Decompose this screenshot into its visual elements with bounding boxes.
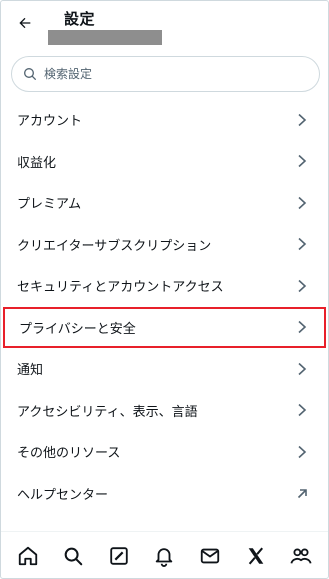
grok-icon — [110, 547, 128, 565]
menu-item-creator-subscriptions[interactable]: クリエイターサブスクリプション — [1, 224, 328, 266]
search-bar[interactable] — [11, 56, 320, 92]
back-button[interactable] — [13, 11, 37, 35]
chevron-right-icon — [298, 321, 307, 334]
header: 設定 — [1, 1, 328, 51]
nav-messages-button[interactable] — [195, 541, 225, 571]
menu-item-label: 通知 — [17, 363, 44, 379]
external-arrow-icon — [297, 489, 307, 499]
x-logo-icon — [248, 547, 263, 565]
nav-home-button[interactable] — [13, 541, 43, 571]
nav-x-button[interactable] — [241, 541, 271, 571]
page-title: 設定 — [64, 10, 96, 28]
chevron-right-icon — [298, 196, 307, 209]
chevron-right-icon — [298, 279, 307, 292]
search-icon — [65, 547, 83, 566]
chevron-right-icon — [298, 362, 307, 375]
arrow-left-icon — [19, 17, 31, 29]
bottom-nav — [1, 531, 328, 578]
menu-item-accessibility[interactable]: アクセシビリティ、表示、言語 — [1, 390, 328, 432]
menu-item-account[interactable]: アカウント — [1, 99, 328, 141]
menu-item-monetization[interactable]: 収益化 — [1, 141, 328, 183]
home-icon — [18, 546, 37, 566]
nav-notifications-button[interactable] — [149, 541, 179, 571]
menu-item-notifications[interactable]: 通知 — [1, 348, 328, 390]
menu-item-privacy-safety[interactable]: プライバシーと安全 — [3, 306, 326, 348]
bell-icon — [156, 548, 173, 567]
settings-screen: 設定 アカウント 収益化 プレミアム クリエイタ — [0, 0, 329, 579]
menu-item-label: プライバシーと安全 — [19, 321, 136, 337]
chevron-right-icon — [298, 404, 307, 417]
chevron-right-icon — [298, 445, 307, 458]
settings-menu: アカウント 収益化 プレミアム クリエイターサブスクリプション セキュリティとア… — [1, 99, 328, 514]
search-input[interactable] — [44, 67, 304, 81]
nav-communities-button[interactable] — [286, 541, 316, 571]
menu-item-label: クリエイターサブスクリプション — [17, 238, 212, 254]
menu-item-security[interactable]: セキュリティとアカウントアクセス — [1, 265, 328, 307]
menu-item-additional-resources[interactable]: その他のリソース — [1, 431, 328, 473]
redacted-username — [48, 30, 162, 45]
menu-item-label: その他のリソース — [17, 446, 121, 462]
nav-search-button[interactable] — [58, 541, 88, 571]
menu-item-label: ヘルプセンター — [17, 487, 109, 503]
menu-item-help-center[interactable]: ヘルプセンター — [1, 473, 328, 515]
menu-item-label: プレミアム — [17, 197, 82, 213]
mail-icon — [200, 548, 220, 564]
menu-item-premium[interactable]: プレミアム — [1, 182, 328, 224]
communities-icon — [290, 548, 312, 564]
menu-item-label: 収益化 — [17, 155, 57, 171]
chevron-right-icon — [298, 155, 307, 168]
menu-item-label: アクセシビリティ、表示、言語 — [17, 404, 198, 420]
chevron-right-icon — [298, 238, 307, 251]
menu-item-label: セキュリティとアカウントアクセス — [17, 280, 224, 296]
chevron-right-icon — [298, 113, 307, 126]
search-icon — [24, 68, 36, 80]
menu-item-label: アカウント — [17, 114, 83, 130]
nav-grok-button[interactable] — [104, 541, 134, 571]
